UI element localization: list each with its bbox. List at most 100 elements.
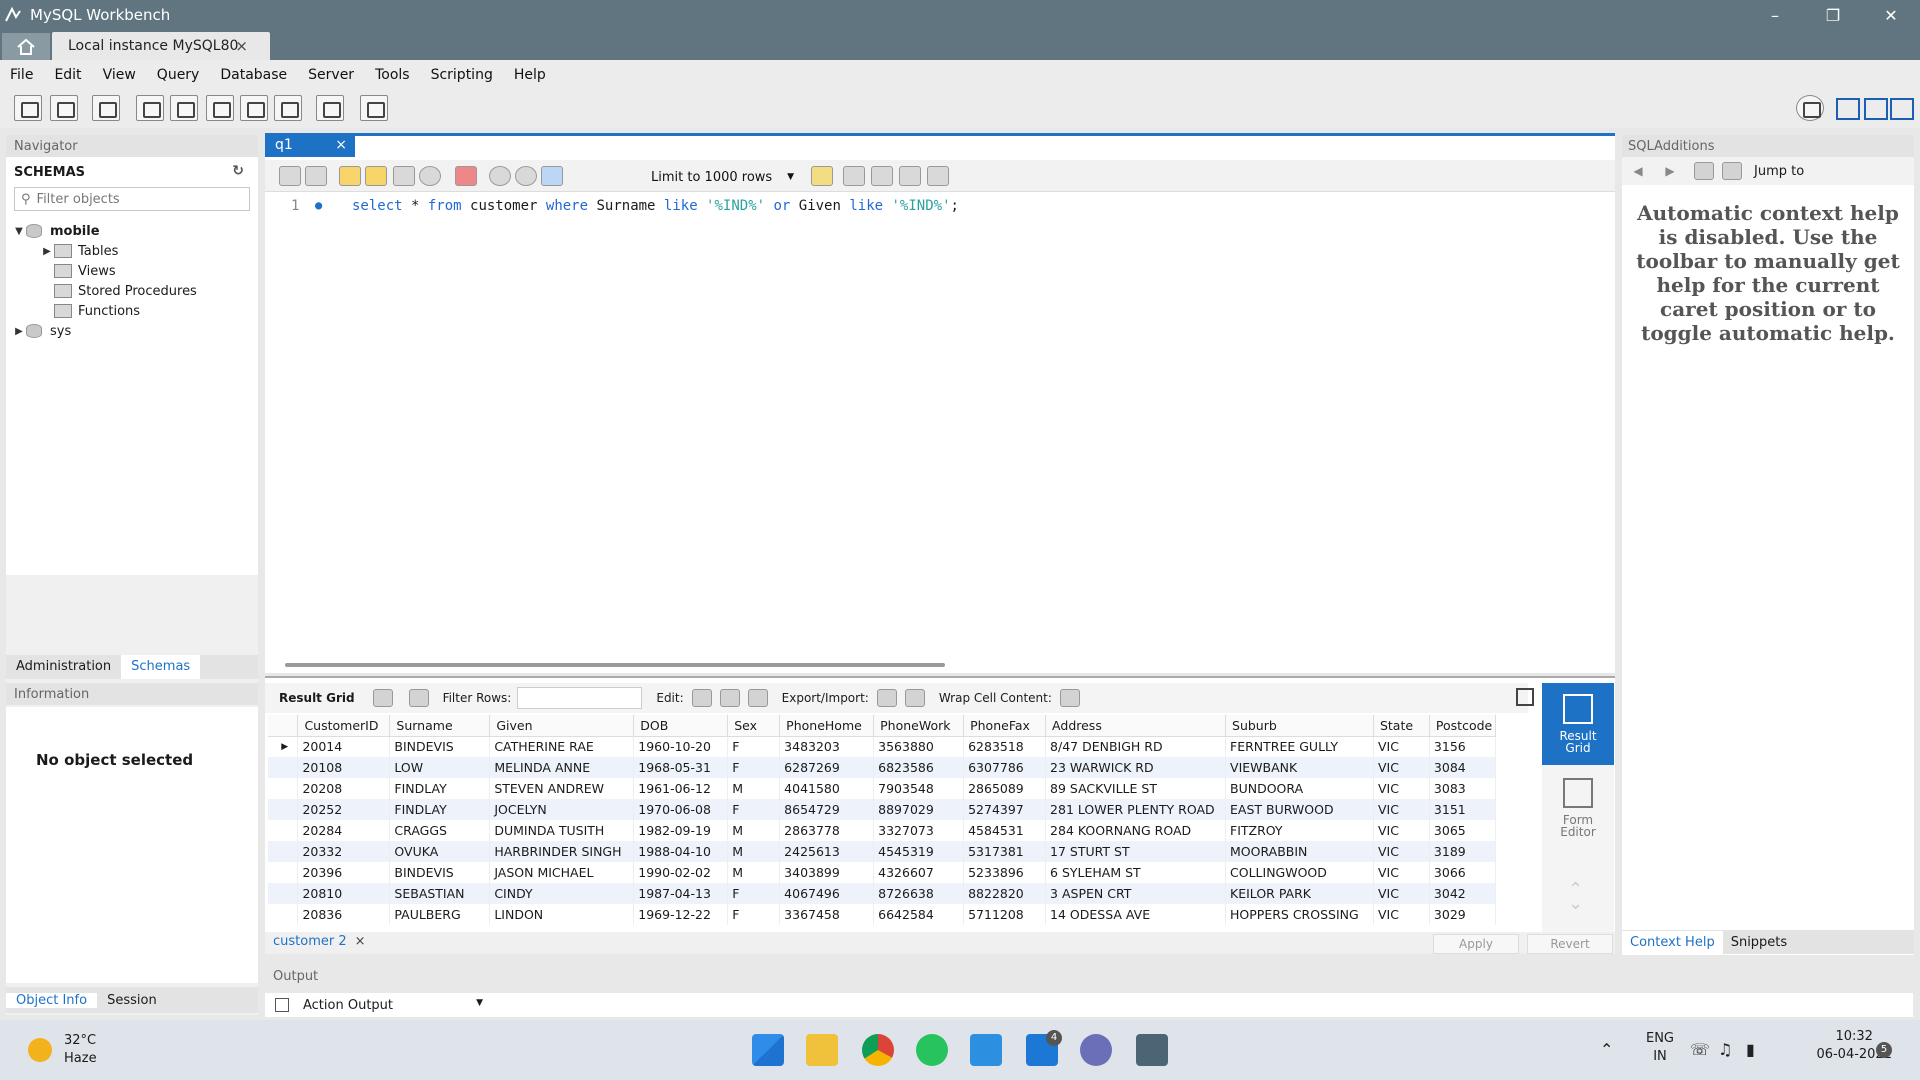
tab-schemas[interactable]: Schemas (121, 655, 201, 679)
table-cell[interactable]: 2865089 (963, 778, 1047, 799)
table-cell[interactable]: HARBRINDER SINGH (489, 841, 635, 862)
table-cell[interactable]: 3065 (1429, 820, 1497, 841)
table-row[interactable]: 20810 SEBASTIAN CINDY 1987-04-13 F 4067496 872… (268, 883, 1497, 904)
search-table-data-icon[interactable] (316, 95, 344, 121)
table-cell[interactable]: 20332 (297, 841, 391, 862)
close-tab-icon[interactable]: × (355, 934, 366, 949)
revert-button[interactable]: Revert (1527, 934, 1613, 954)
table-cell[interactable]: MOORABBIN (1225, 841, 1374, 862)
table-cell[interactable]: VIC (1373, 883, 1430, 904)
weather-widget[interactable]: 32°C Haze (28, 1032, 97, 1068)
table-cell[interactable]: 3403899 (779, 862, 875, 883)
table-cell[interactable]: 20108 (297, 757, 391, 778)
settings-gear-icon[interactable] (1796, 95, 1824, 121)
menu-query[interactable]: Query (157, 67, 200, 83)
table-cell[interactable]: 1982-09-19 (633, 820, 729, 841)
inspector-icon[interactable] (92, 95, 120, 121)
table-cell[interactable]: 4545319 (873, 841, 965, 862)
battery-icon[interactable]: ▮ (1746, 1040, 1755, 1059)
table-cell[interactable]: DUMINDA TUSITH (489, 820, 635, 841)
table-cell[interactable]: M (727, 862, 781, 883)
column-header[interactable]: State (1373, 715, 1430, 737)
tree-item-mobile[interactable]: ▼ mobile (6, 221, 258, 241)
edit-row-icon[interactable] (691, 689, 712, 707)
table-cell[interactable]: 3084 (1429, 757, 1497, 778)
table-cell[interactable]: 3083 (1429, 778, 1497, 799)
menu-file[interactable]: File (10, 67, 33, 83)
table-cell[interactable]: BINDEVIS (389, 736, 491, 757)
table-cell[interactable]: 89 SACKVILLE ST (1045, 778, 1227, 799)
table-cell[interactable]: 6642584 (873, 904, 965, 925)
table-cell[interactable]: CATHERINE RAE (489, 736, 635, 757)
tree-item-tables[interactable]: ▶ Tables (6, 241, 258, 261)
tree-item-sys[interactable]: ▶ sys (6, 321, 258, 341)
table-cell[interactable]: 4041580 (779, 778, 875, 799)
tab-administration[interactable]: Administration (6, 655, 121, 679)
auto-help-icon[interactable] (1722, 162, 1742, 180)
table-cell[interactable]: F (727, 904, 781, 925)
create-function-icon[interactable] (274, 95, 302, 121)
row-marker[interactable] (268, 883, 299, 904)
new-sql-tab-icon[interactable] (14, 95, 42, 121)
explain-icon[interactable] (393, 166, 415, 186)
table-cell[interactable]: 3 ASPEN CRT (1045, 883, 1227, 904)
expand-arrow-icon[interactable]: ▶ (40, 246, 54, 257)
table-cell[interactable]: 6 SYLEHAM ST (1045, 862, 1227, 883)
table-cell[interactable]: HOPPERS CROSSING (1225, 904, 1374, 925)
table-cell[interactable]: 1990-02-02 (633, 862, 729, 883)
menu-scripting[interactable]: Scripting (431, 67, 493, 83)
table-cell[interactable]: F (727, 736, 781, 757)
table-cell[interactable]: BINDEVIS (389, 862, 491, 883)
scroll-rail-chevrons-icon[interactable]: ⌃ ⌄ (1568, 881, 1583, 913)
wifi-icon[interactable]: ☏ (1690, 1040, 1710, 1059)
table-cell[interactable]: 8822820 (963, 883, 1047, 904)
table-cell[interactable]: SEBASTIAN (389, 883, 491, 904)
menu-database[interactable]: Database (220, 67, 287, 83)
table-row[interactable]: 20332 OVUKA HARBRINDER SINGH 1988-04-10 M 242… (268, 841, 1497, 862)
add-snippet-star-icon[interactable] (811, 166, 833, 186)
table-cell[interactable]: 20810 (297, 883, 391, 904)
table-cell[interactable]: 1969-12-22 (633, 904, 729, 925)
collapse-arrow-icon[interactable]: ▼ (12, 226, 26, 237)
volume-icon[interactable]: ♫ (1718, 1040, 1732, 1059)
create-procedure-icon[interactable] (240, 95, 268, 121)
column-header[interactable]: Suburb (1225, 715, 1374, 737)
stop-icon[interactable] (419, 166, 441, 186)
close-tab-icon[interactable]: × (235, 37, 248, 55)
table-row[interactable]: 20284 CRAGGS DUMINDA TUSITH 1982-09-19 M 2863… (268, 820, 1497, 841)
table-row[interactable]: ▶ 20014 BINDEVIS CATHERINE RAE 1960-10-20 F 34… (268, 736, 1497, 757)
invisible-chars-icon[interactable] (899, 166, 921, 186)
table-cell[interactable]: 3563880 (873, 736, 965, 757)
tree-item-functions[interactable]: Functions (6, 301, 258, 321)
menu-edit[interactable]: Edit (54, 67, 81, 83)
filter-rows-input[interactable] (517, 687, 643, 709)
tab-object-info[interactable]: Object Info (6, 992, 98, 1008)
table-cell[interactable]: F (727, 757, 781, 778)
table-cell[interactable]: VIC (1373, 862, 1430, 883)
table-row[interactable]: 20836 PAULBERG LINDON 1969-12-22 F 3367458 664… (268, 904, 1497, 925)
autocommit-icon[interactable] (541, 166, 563, 186)
table-cell[interactable]: FINDLAY (389, 778, 491, 799)
table-cell[interactable]: FINDLAY (389, 799, 491, 820)
table-cell[interactable]: 20396 (297, 862, 391, 883)
wrap-cell-icon[interactable] (1059, 689, 1080, 707)
tab-context-help[interactable]: Context Help (1622, 930, 1723, 954)
minimize-button[interactable]: – (1746, 0, 1804, 30)
column-header[interactable]: CustomerID (297, 715, 391, 737)
action-output-select[interactable]: Action Output ▼ (303, 998, 483, 1013)
column-header[interactable]: Given (489, 715, 635, 737)
table-cell[interactable]: 20252 (297, 799, 391, 820)
column-header[interactable]: DOB (633, 715, 729, 737)
windows-start-icon[interactable] (752, 1034, 784, 1066)
table-cell[interactable]: 8/47 DENBIGH RD (1045, 736, 1227, 757)
table-cell[interactable]: 5233896 (963, 862, 1047, 883)
table-cell[interactable]: CRAGGS (389, 820, 491, 841)
table-cell[interactable]: 1970-06-08 (633, 799, 729, 820)
table-row[interactable]: 20108 LOW MELINDA ANNE 1968-05-31 F 6287269 68… (268, 757, 1497, 778)
table-cell[interactable]: LINDON (489, 904, 635, 925)
show-hidden-icons-chevron[interactable]: ⌃ (1600, 1040, 1613, 1059)
table-cell[interactable]: MELINDA ANNE (489, 757, 635, 778)
table-cell[interactable]: VIC (1373, 820, 1430, 841)
open-file-icon[interactable] (279, 166, 301, 186)
manual-help-icon[interactable] (1694, 162, 1714, 180)
